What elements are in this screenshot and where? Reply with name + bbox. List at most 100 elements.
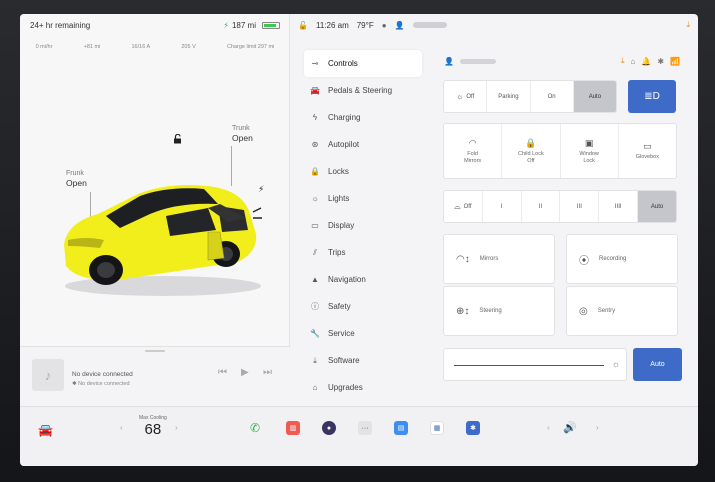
next-track-icon[interactable]: ⏭ bbox=[263, 367, 272, 378]
glovebox-button[interactable]: ▭ Glovebox bbox=[619, 124, 676, 178]
wiper-speed-3[interactable]: III bbox=[560, 191, 600, 222]
download-icon[interactable]: ⤓ bbox=[686, 20, 690, 30]
quick-controls-tiles: ◠ Fold Mirrors 🔒 Child Lock Off ▣ Window Lock … bbox=[443, 123, 677, 179]
brightness-auto-button[interactable]: Auto bbox=[633, 348, 682, 381]
notification-bell-icon[interactable]: 🔔 bbox=[641, 57, 651, 66]
trunk-label: Trunk bbox=[232, 125, 250, 132]
unlock-status-icon[interactable]: 🔓 bbox=[298, 21, 308, 30]
lock-icon: 🔒 bbox=[310, 167, 320, 176]
charge-voltage: 205 V bbox=[181, 44, 196, 50]
messages-app-icon[interactable]: ▤ bbox=[394, 421, 408, 435]
wrench-icon: 🔧 bbox=[310, 329, 320, 338]
profile-name-blurred[interactable] bbox=[459, 58, 496, 64]
menu-item-software[interactable]: ⤓ Software bbox=[304, 347, 422, 374]
media-subtitle: ✱ No device connected bbox=[72, 381, 130, 387]
dashcam-icon: ⦿ bbox=[579, 255, 589, 267]
bottom-dock: 🚘 ‹ Max Cooling 68 › ✆ ▥ ● ··· ▤ ▦ ✱ ‹ 🔊… bbox=[20, 406, 698, 466]
homelink-icon[interactable]: ⌂ bbox=[631, 57, 636, 66]
high-beam-button[interactable]: ≣D bbox=[628, 80, 676, 113]
more-apps-icon[interactable]: ··· bbox=[358, 421, 372, 435]
wiper-speed-1[interactable]: I bbox=[483, 191, 522, 222]
menu-item-locks[interactable]: 🔒 Locks bbox=[304, 158, 422, 185]
window-lock-button[interactable]: ▣ Window Lock bbox=[561, 124, 619, 178]
mirror-adjust-icon: ◠↕ bbox=[456, 253, 470, 265]
menu-item-lights[interactable]: ☼ Lights bbox=[304, 185, 422, 212]
glovebox-icon: ▭ bbox=[643, 140, 652, 151]
menu-item-trips[interactable]: ⫽ Trips bbox=[304, 239, 422, 266]
menu-item-label: Service bbox=[328, 329, 355, 338]
climate-temperature[interactable]: Max Cooling 68 bbox=[139, 415, 167, 438]
bluetooth-icon[interactable]: ✱ bbox=[657, 57, 664, 66]
child-lock-button[interactable]: 🔒 Child Lock Off bbox=[502, 124, 561, 178]
lights-off-option[interactable]: ☼ Off bbox=[444, 81, 488, 112]
menu-item-pedals-steering[interactable]: 🚘 Pedals & Steering bbox=[304, 77, 422, 104]
temp-up-chevron[interactable]: › bbox=[175, 423, 178, 432]
fold-mirrors-label: Fold Mirrors bbox=[464, 150, 482, 164]
wiper-speed-4[interactable]: IIII bbox=[599, 191, 639, 222]
menu-item-autopilot[interactable]: ⊛ Autopilot bbox=[304, 131, 422, 158]
charging-stats: 0 mi/hr +81 mi 16/16 A 205 V Charge limi… bbox=[20, 44, 290, 50]
headlights-selector: ☼ Off Parking On Auto bbox=[443, 80, 617, 113]
software-update-icon[interactable]: ⤓ bbox=[621, 56, 625, 66]
volume-up-chevron[interactable]: › bbox=[596, 423, 599, 432]
fold-mirrors-button[interactable]: ◠ Fold Mirrors bbox=[444, 124, 503, 178]
lights-parking-option[interactable]: Parking bbox=[487, 81, 531, 112]
menu-item-label: Display bbox=[328, 221, 355, 230]
menu-item-upgrades[interactable]: ⌂ Upgrades bbox=[304, 374, 422, 401]
sentry-mode-button[interactable]: ◎ Sentry bbox=[566, 286, 678, 336]
bluetooth-app-icon[interactable]: ✱ bbox=[466, 421, 480, 435]
steering-adjust-button[interactable]: ⊕↕ Steering bbox=[443, 286, 555, 336]
mirrors-adjust-button[interactable]: ◠↕ Mirrors bbox=[443, 234, 555, 284]
charge-limit: Charge limit 297 mi bbox=[226, 44, 275, 50]
car-icon[interactable]: 🚘 bbox=[38, 423, 53, 437]
previous-track-icon[interactable]: ⏮ bbox=[218, 367, 227, 378]
phone-icon[interactable]: ✆ bbox=[250, 421, 260, 435]
wiper-auto-option[interactable]: Auto bbox=[638, 191, 676, 222]
temp-down-chevron[interactable]: ‹ bbox=[120, 423, 123, 432]
steering-wheel-icon: ⊛ bbox=[311, 140, 319, 149]
toggle-icon: ⊸ bbox=[311, 59, 319, 68]
volume-down-chevron[interactable]: ‹ bbox=[547, 423, 550, 432]
menu-item-label: Trips bbox=[328, 248, 346, 257]
settings-menu: ⊸ Controls 🚘 Pedals & Steering ϟ Charging ⊛ Aut… bbox=[304, 50, 422, 401]
profile-name-blurred[interactable] bbox=[412, 22, 447, 28]
menu-item-navigation[interactable]: ▲ Navigation bbox=[304, 266, 422, 293]
lights-on-option[interactable]: On bbox=[531, 81, 574, 112]
menu-item-safety[interactable]: ⓘ Safety bbox=[304, 293, 422, 320]
charging-bolt-icon: ⚡ bbox=[223, 20, 229, 30]
volume-icon[interactable]: 🔊 bbox=[563, 421, 577, 434]
brightness-slider[interactable]: ☼ bbox=[443, 348, 627, 381]
window-lock-icon: ▣ bbox=[584, 137, 594, 148]
dashcam-recording-button[interactable]: ⦿ Recording bbox=[566, 234, 678, 284]
music-app-icon[interactable]: ▥ bbox=[286, 421, 300, 435]
trunk-button[interactable]: Trunk Open bbox=[232, 124, 253, 144]
camera-app-icon[interactable]: ● bbox=[322, 421, 336, 435]
range-remaining: 24+ hr remaining bbox=[30, 20, 91, 30]
menu-item-display[interactable]: ▭ Display bbox=[304, 212, 422, 239]
media-drag-handle[interactable] bbox=[145, 350, 165, 352]
unlocked-icon[interactable] bbox=[173, 134, 183, 144]
menu-item-label: Locks bbox=[328, 167, 349, 176]
lte-signal-icon[interactable]: 📶 bbox=[670, 57, 680, 66]
person-icon[interactable]: 👤 bbox=[395, 21, 405, 30]
play-icon[interactable]: ▶ bbox=[241, 367, 249, 378]
menu-item-charging[interactable]: ϟ Charging bbox=[304, 104, 422, 131]
menu-item-service[interactable]: 🔧 Service bbox=[304, 320, 422, 347]
steering-label: Steering bbox=[479, 308, 502, 314]
lights-auto-option[interactable]: Auto bbox=[573, 81, 616, 112]
menu-item-label: Pedals & Steering bbox=[328, 86, 393, 95]
charge-rate: 0 mi/hr bbox=[35, 44, 53, 50]
mirror-icon: ◠ bbox=[468, 137, 477, 148]
driver-profile-icon[interactable]: ● bbox=[382, 21, 387, 30]
sentry-label: Sentry bbox=[597, 308, 616, 314]
person-icon[interactable]: 👤 bbox=[444, 57, 454, 66]
car-topbar: 24+ hr remaining ⚡ 187 mi bbox=[20, 14, 290, 36]
slider-track[interactable] bbox=[454, 365, 604, 366]
calendar-app-icon[interactable]: ▦ bbox=[430, 421, 444, 435]
car-icon: 🚘 bbox=[310, 86, 320, 95]
trips-icon: ⫽ bbox=[313, 247, 317, 257]
bolt-icon: ϟ bbox=[312, 113, 318, 122]
wiper-speed-2[interactable]: II bbox=[522, 191, 561, 222]
wiper-off-option[interactable]: ⌓ Off bbox=[444, 191, 483, 222]
menu-item-controls[interactable]: ⊸ Controls bbox=[304, 50, 422, 77]
